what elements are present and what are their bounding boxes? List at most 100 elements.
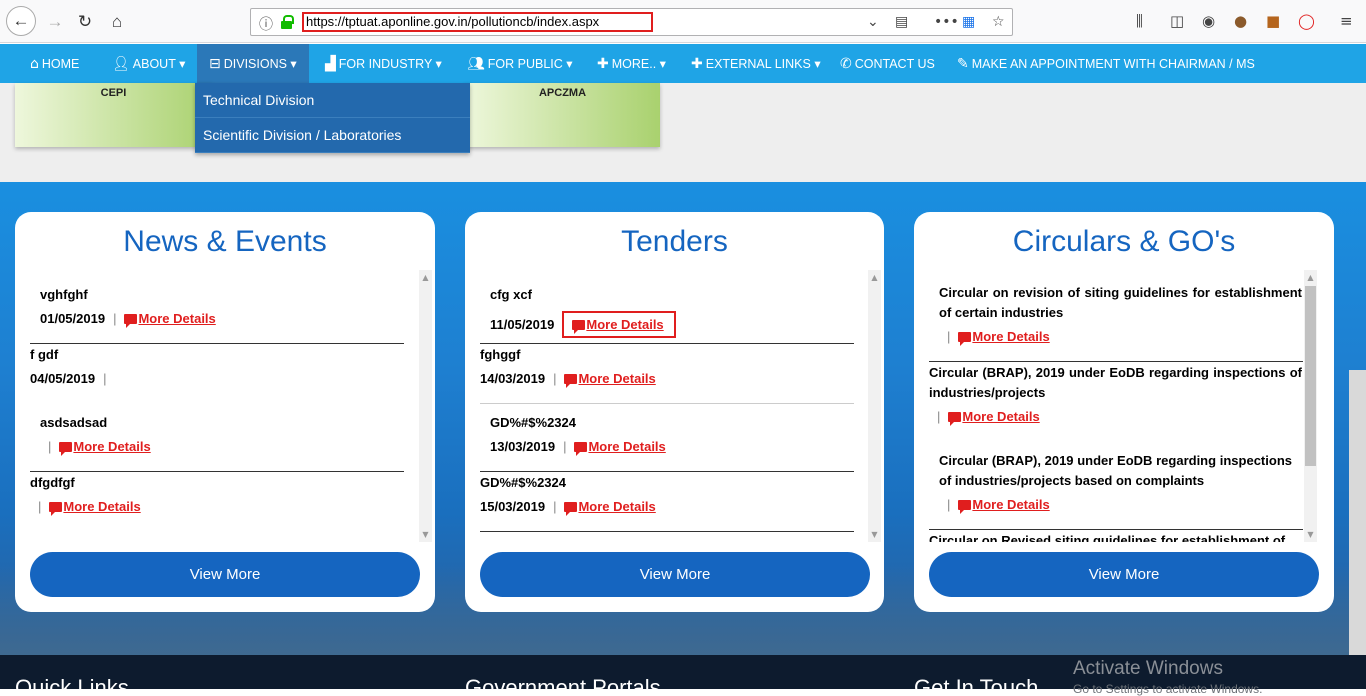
list-item-title: vghfghf: [40, 287, 88, 302]
reader-view-icon[interactable]: ▤: [895, 14, 908, 30]
browser-toolbar: ← → ↻ ⌂ ⓘ https://tptuat.aponline.gov.in…: [0, 0, 1366, 43]
scroll-up-icon[interactable]: ▲: [419, 273, 432, 282]
scroll-down-icon[interactable]: ▼: [419, 530, 432, 539]
url-text[interactable]: https://tptuat.aponline.gov.in/pollution…: [302, 12, 653, 32]
nav-contact-us[interactable]: ✆ CONTACT US: [840, 44, 935, 83]
cookie-icon[interactable]: ●: [1234, 12, 1247, 30]
nav-for-industry[interactable]: ▟ FOR INDUSTRY ▾: [325, 44, 442, 83]
chevron-down-icon[interactable]: ⌄: [867, 14, 879, 30]
more-details-label: More Details: [63, 499, 141, 514]
scroll-up-icon[interactable]: ▲: [868, 273, 881, 282]
scroll-down-icon[interactable]: ▼: [868, 530, 881, 539]
phone-icon: ✆: [840, 55, 852, 72]
more-details-link[interactable]: More Details: [562, 311, 676, 338]
list-item-meta: 14/03/2019 | More Details: [480, 371, 656, 388]
scroll-up-icon[interactable]: ▲: [1304, 273, 1317, 282]
circulars-view-more-button[interactable]: View More: [929, 552, 1319, 597]
library-icon[interactable]: ⫼: [1136, 12, 1143, 30]
tenders-view-more-button[interactable]: View More: [480, 552, 870, 597]
tenders-list[interactable]: cfg xcf 11/05/2019 More Details fghggf 14…: [479, 270, 885, 542]
page-scrollbar[interactable]: [1349, 370, 1366, 655]
sidebar-icon[interactable]: ◫: [1170, 12, 1184, 30]
divider: [929, 529, 1303, 530]
list-item-title: GD%#$%2324: [480, 475, 566, 490]
scroll-down-icon[interactable]: ▼: [1304, 530, 1317, 539]
more-details-label: More Details: [586, 317, 664, 332]
circulars-list[interactable]: Circular on revision of siting guideline…: [928, 270, 1334, 542]
home-icon: ⌂: [30, 55, 39, 72]
arrow-left-icon: ←: [12, 11, 30, 30]
activate-windows-watermark: Activate Windows: [1073, 658, 1223, 679]
news-list[interactable]: vghfghf 01/05/2019 | More Details f gdf 04…: [29, 270, 435, 542]
tenders-card: Tenders cfg xcf 11/05/2019 More Details f…: [465, 212, 884, 612]
more-details-link[interactable]: More Details: [958, 329, 1050, 346]
separator: |: [937, 409, 941, 424]
more-details-link[interactable]: More Details: [948, 409, 1040, 426]
tenders-scrollbar[interactable]: ▲ ▼: [868, 270, 881, 542]
nav-external-links[interactable]: ✚ EXTERNAL LINKS ▾: [691, 44, 821, 83]
apczma-tile[interactable]: APCZMA: [465, 83, 660, 147]
comment-icon: [574, 441, 588, 456]
info-icon[interactable]: ⓘ: [259, 14, 273, 34]
news-view-more-button[interactable]: View More: [30, 552, 420, 597]
footer-get-in-touch: Get In Touch: [914, 675, 1039, 689]
comment-icon: [564, 373, 578, 388]
divider: [30, 343, 404, 344]
dropdown-technical-division[interactable]: Technical Division: [195, 83, 470, 118]
nav-about[interactable]: 👤︎ ABOUT ▾: [112, 44, 185, 83]
home-button[interactable]: ⌂: [103, 8, 131, 36]
more-details-link[interactable]: More Details: [124, 311, 216, 328]
dropdown-scientific-division[interactable]: Scientific Division / Laboratories: [195, 118, 470, 153]
nav-for-public[interactable]: 👥︎ FOR PUBLIC ▾: [467, 44, 573, 83]
reload-button[interactable]: ↻: [71, 8, 99, 36]
list-item-title: fghggf: [480, 347, 521, 362]
extension-icon[interactable]: ■: [1266, 12, 1280, 30]
more-details-link[interactable]: More Details: [564, 499, 656, 516]
more-details-link[interactable]: More Details: [59, 439, 151, 456]
account-icon[interactable]: ◉: [1202, 12, 1215, 30]
nav-divisions[interactable]: ⊟ DIVISIONS ▾: [197, 44, 309, 83]
scroll-thumb[interactable]: [1305, 286, 1316, 466]
opera-icon[interactable]: ◯: [1298, 12, 1315, 30]
list-item-date: 01/05/2019: [40, 311, 106, 326]
star-icon[interactable]: ☆: [992, 14, 1005, 30]
list-item-meta: | More Details: [30, 499, 141, 516]
menu-icon[interactable]: ≡: [1340, 12, 1353, 30]
list-item-meta: 15/03/2019 | More Details: [480, 499, 656, 516]
nav-label: ABOUT ▾: [132, 57, 186, 71]
more-details-link[interactable]: More Details: [574, 439, 666, 456]
url-bar[interactable]: ⓘ https://tptuat.aponline.gov.in/polluti…: [250, 8, 1013, 36]
list-item-meta: 13/03/2019 | More Details: [490, 439, 666, 456]
tile-label: CEPI: [100, 87, 127, 99]
separator: |: [48, 439, 52, 454]
comment-icon: [124, 313, 138, 328]
activate-windows-subtext: Go to Settings to activate Windows.: [1073, 682, 1263, 696]
comment-icon: [572, 319, 586, 334]
list-item-meta: 04/05/2019 |: [30, 371, 114, 386]
nav-label: FOR INDUSTRY ▾: [338, 57, 442, 71]
nav-more[interactable]: ✚ MORE.. ▾: [597, 44, 666, 83]
more-actions-icon[interactable]: •••: [934, 14, 959, 30]
circulars-scrollbar[interactable]: ▲ ▼: [1304, 270, 1317, 542]
nav-home[interactable]: ⌂ HOME: [30, 44, 79, 83]
news-scrollbar[interactable]: ▲ ▼: [419, 270, 432, 542]
forward-button[interactable]: →: [41, 8, 69, 36]
separator: |: [947, 497, 951, 512]
nav-label: CONTACT US: [854, 56, 935, 71]
more-details-label: More Details: [73, 439, 151, 454]
more-details-link[interactable]: More Details: [564, 371, 656, 388]
news-title: News & Events: [123, 225, 327, 258]
cepi-tile[interactable]: CEPI: [15, 83, 212, 147]
more-details-label: More Details: [962, 409, 1040, 424]
more-details-link[interactable]: More Details: [958, 497, 1050, 514]
back-button[interactable]: ←: [6, 6, 36, 36]
arrow-right-icon: →: [46, 12, 64, 31]
comment-icon: [49, 501, 63, 516]
nav-appointment[interactable]: ✎ MAKE AN APPOINTMENT WITH CHAIRMAN / MS: [957, 44, 1255, 83]
comment-icon: [59, 441, 73, 456]
more-details-label: More Details: [578, 499, 656, 514]
more-details-link[interactable]: More Details: [49, 499, 141, 516]
windows-icon[interactable]: ▦: [962, 14, 975, 30]
nav-label: EXTERNAL LINKS ▾: [705, 57, 821, 71]
circulars-title: Circulars & GO's: [1012, 225, 1236, 258]
